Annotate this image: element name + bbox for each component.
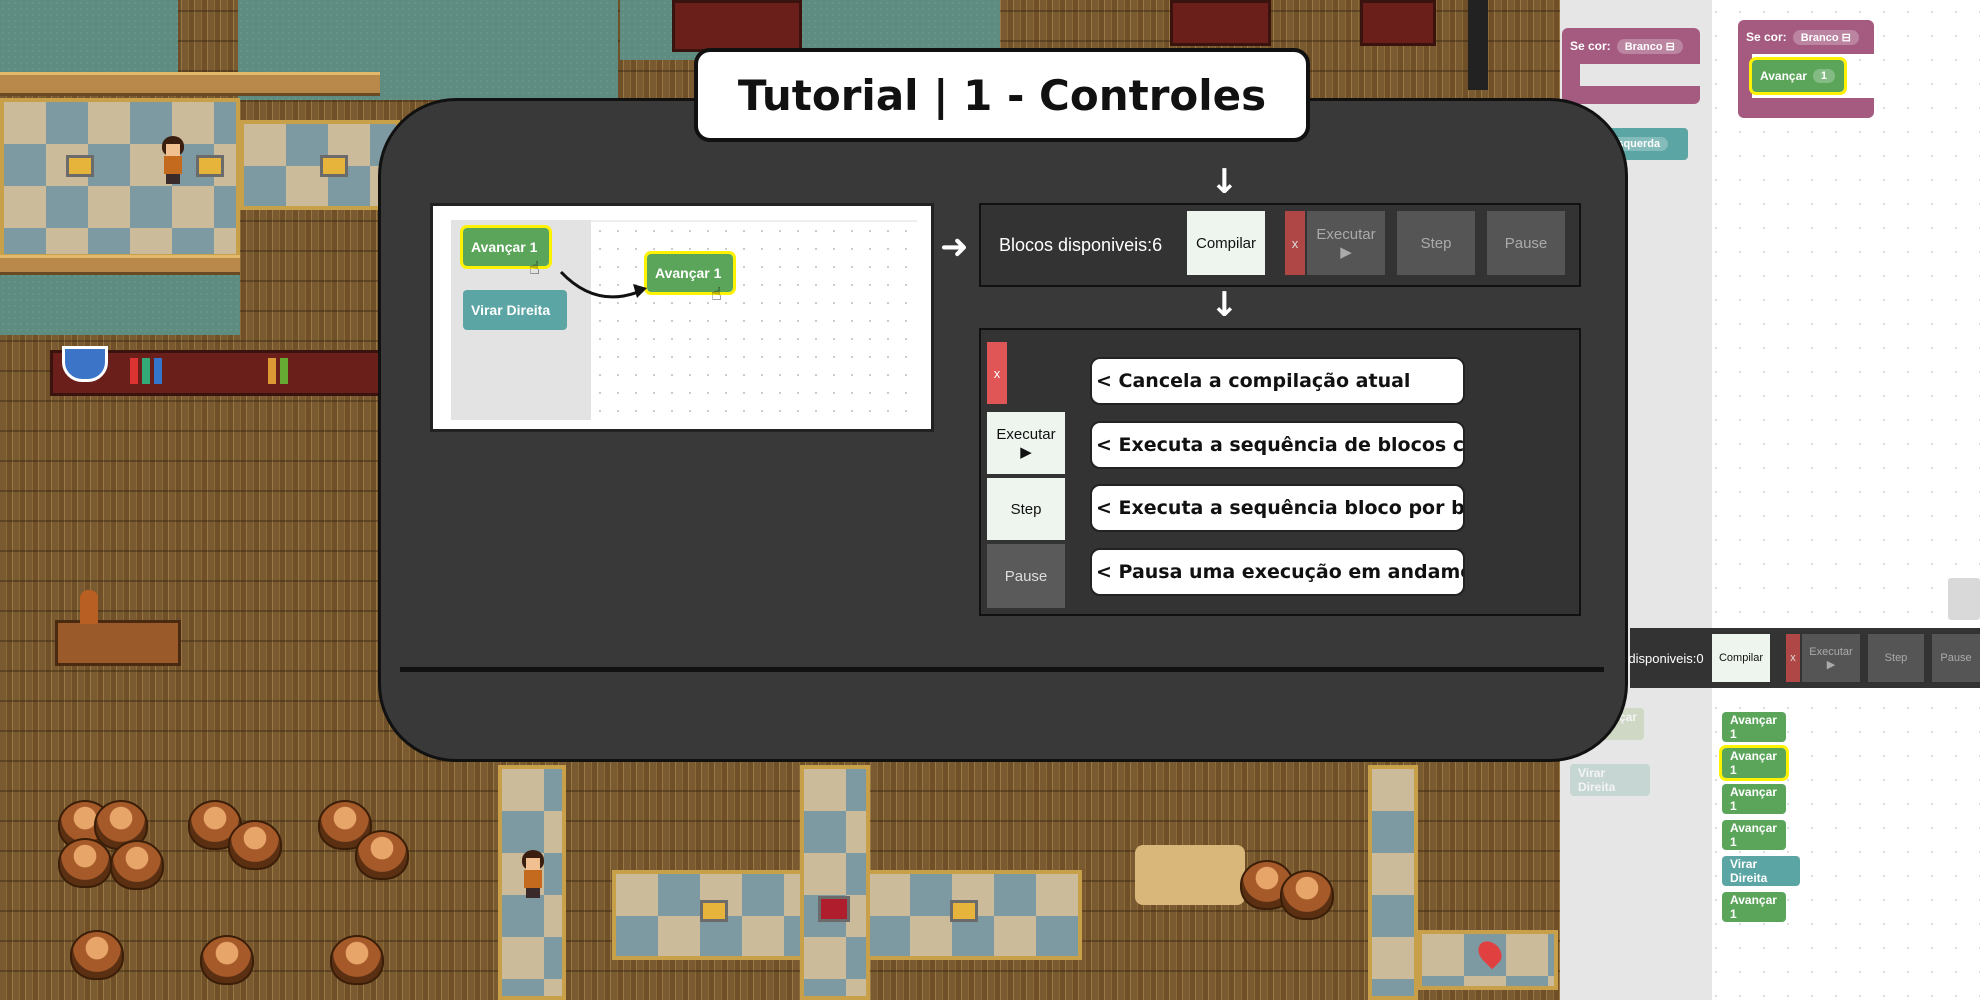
blocks-available-label: Blocos disponiveis:6 <box>999 234 1163 255</box>
program-block[interactable]: Virar Direita <box>1722 856 1800 886</box>
block-label: Avançar <box>1760 69 1807 83</box>
palette-block-turn[interactable]: Virar Direita <box>1570 764 1650 796</box>
bookshelf-top <box>1360 0 1436 46</box>
hand-cursor-icon: ☝ <box>529 258 540 279</box>
barrel-icon <box>330 935 384 985</box>
if-color-block[interactable]: Se cor: Branco ⊟ <box>1562 28 1700 64</box>
bookshelf-top <box>1170 0 1271 46</box>
move-forward-block[interactable]: Avançar 1 <box>1749 57 1847 95</box>
legend-step-button: Step <box>987 478 1065 540</box>
plaque-icon <box>66 155 94 177</box>
cancel-button[interactable]: x <box>1786 634 1800 682</box>
drag-arrow-icon <box>559 270 647 299</box>
if-block-side <box>1562 64 1580 86</box>
if-block-bottom <box>1562 86 1700 104</box>
barrel-icon <box>228 820 282 870</box>
pause-button: Pause <box>1487 211 1565 275</box>
step-button[interactable]: Step <box>1868 634 1924 682</box>
modal-divider <box>400 667 1604 672</box>
legend-step-text: < Executa a sequência bloco por bloco <box>1090 484 1465 532</box>
wooden-rail <box>0 72 380 96</box>
if-block-side <box>1738 54 1752 98</box>
execute-button: Executar ▶ <box>1307 211 1385 275</box>
program-block[interactable]: Avançar 1 <box>1722 784 1786 814</box>
trash-icon[interactable] <box>1948 578 1980 620</box>
color-dropdown[interactable]: Branco ⊟ <box>1616 38 1683 54</box>
barrel-icon <box>58 838 112 888</box>
steps-dropdown[interactable]: 1 <box>1812 69 1836 83</box>
barrel-icon <box>110 840 164 890</box>
tutorial-title: Tutorial | 1 - Controles <box>694 48 1310 142</box>
hand-cursor-icon: ☝ <box>711 284 722 305</box>
arrow-down-icon: ↓ <box>1210 162 1239 202</box>
barrel-icon <box>1280 870 1334 920</box>
demo-turn-block: Virar Direita <box>463 290 567 330</box>
pause-button[interactable]: Pause <box>1932 634 1980 682</box>
red-plaque-icon <box>818 896 850 922</box>
stove-pipe <box>1468 0 1488 90</box>
checker-floor <box>0 98 240 258</box>
plaque-icon <box>950 900 978 922</box>
program-block[interactable]: Avançar 1 <box>1722 820 1786 850</box>
book-icon <box>268 358 276 384</box>
barrel-icon <box>70 930 124 980</box>
legend-execute-text: < Executa a sequência de blocos construí… <box>1090 421 1465 469</box>
legend-pause-text: < Pausa uma execução em andamento <box>1090 548 1465 596</box>
program-block[interactable]: Avançar 1 <box>1722 892 1786 922</box>
editor-toolbar: disponiveis:0 Compilar x Executar ▶ Step… <box>1628 628 1980 688</box>
if-label: Se cor: <box>1570 39 1611 53</box>
plaque-icon <box>700 900 728 922</box>
checker-floor <box>1368 765 1418 1000</box>
book-icon <box>142 358 150 384</box>
workbench <box>55 620 181 666</box>
compile-button: Compilar <box>1187 211 1265 275</box>
step-button: Step <box>1397 211 1475 275</box>
drag-demo-image: Avançar 1 Virar Direita Avançar 1 ☝ ☝ <box>430 203 934 432</box>
program-block[interactable]: Avançar 1 <box>1722 712 1786 742</box>
player-character-icon <box>156 136 190 184</box>
barrel-icon <box>200 935 254 985</box>
legend-cancel-text: < Cancela a compilação atual <box>1090 357 1465 405</box>
demo-toolbar: Blocos disponiveis:6 Compilar x Executar… <box>979 203 1581 287</box>
color-dropdown[interactable]: Branco ⊟ <box>1792 29 1859 45</box>
legend-execute-button: Executar ▶ <box>987 412 1065 474</box>
if-color-block-workspace[interactable]: Se cor: Branco ⊟ <box>1738 20 1874 54</box>
if-block-bottom <box>1738 98 1874 118</box>
npc-character-icon <box>516 850 550 898</box>
wooden-rail <box>0 255 240 275</box>
compile-button[interactable]: Compilar <box>1712 634 1770 682</box>
bowl-icon <box>62 346 108 382</box>
book-icon <box>154 358 162 384</box>
legend-cancel-button: x <box>987 342 1007 404</box>
floor-teal-area <box>0 0 178 74</box>
execute-button[interactable]: Executar ▶ <box>1802 634 1860 682</box>
program-block[interactable]: Avançar 1 <box>1719 745 1789 781</box>
blocks-available-label: disponiveis:0 <box>1628 650 1704 666</box>
hay-bales <box>1135 845 1245 905</box>
checker-floor <box>800 765 870 1000</box>
book-icon <box>280 358 288 384</box>
plaque-icon <box>320 155 348 177</box>
book-icon <box>130 358 138 384</box>
arrow-down-icon: ↓ <box>1210 285 1239 325</box>
plaque-icon <box>196 155 224 177</box>
cancel-button: x <box>1285 211 1305 275</box>
demo-workspace <box>591 220 917 422</box>
shelf-top <box>672 0 802 52</box>
legend-pause-button: Pause <box>987 544 1065 608</box>
lamp-icon <box>80 590 98 624</box>
arrow-right-icon: ➜ <box>940 227 969 267</box>
if-label: Se cor: <box>1746 30 1787 44</box>
barrel-icon <box>355 830 409 880</box>
